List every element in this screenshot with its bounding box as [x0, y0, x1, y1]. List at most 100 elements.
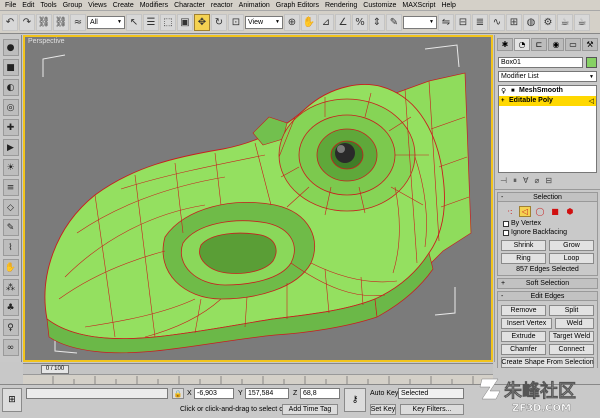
- set-key-button[interactable]: Set Key: [370, 404, 396, 415]
- menu-item-customize[interactable]: Customize: [360, 0, 399, 11]
- menu-item-rendering[interactable]: Rendering: [322, 0, 360, 11]
- spinner-snap-icon[interactable]: ⇕: [369, 13, 385, 31]
- named-selection-set-field[interactable]: ▼: [403, 15, 437, 29]
- selection-filter-dropdown[interactable]: All ▼: [87, 15, 125, 29]
- bind-icon[interactable]: ≈: [70, 13, 86, 31]
- object-color-swatch[interactable]: [586, 57, 597, 68]
- object-name-field[interactable]: Box01: [498, 57, 584, 68]
- selected-dropdown[interactable]: Selected: [398, 388, 464, 399]
- expand-icon[interactable]: ■: [511, 86, 517, 96]
- light-icon[interactable]: ☀: [2, 159, 19, 176]
- pin-stack-icon[interactable]: ⊣: [500, 176, 507, 186]
- figure-icon[interactable]: ♀: [2, 319, 19, 336]
- remove-button[interactable]: Remove: [501, 305, 546, 316]
- y-coordinate-field[interactable]: 157,584: [245, 388, 289, 399]
- extrude-button[interactable]: Extrude: [501, 331, 546, 342]
- quick-render-icon[interactable]: ☕: [574, 13, 590, 31]
- particle-icon[interactable]: ⁂: [2, 279, 19, 296]
- menu-item-file[interactable]: File: [2, 0, 19, 11]
- menu-item-help[interactable]: Help: [438, 0, 458, 11]
- remove-modifier-icon[interactable]: ⌀: [534, 176, 539, 186]
- stack-item-meshsmooth[interactable]: ♀ ■ MeshSmooth: [499, 86, 596, 96]
- loop-button[interactable]: Loop: [549, 253, 594, 264]
- scale-icon[interactable]: ⊡: [228, 13, 244, 31]
- undo-icon[interactable]: ↶: [2, 13, 18, 31]
- split-button[interactable]: Split: [549, 305, 594, 316]
- mirror-icon[interactable]: ⇋: [438, 13, 454, 31]
- make-unique-icon[interactable]: ∀: [523, 176, 528, 186]
- menu-item-maxscript[interactable]: MAXScript: [399, 0, 438, 11]
- pivot-icon[interactable]: ⊕: [284, 13, 300, 31]
- by-vertex-checkbox[interactable]: By Vertex: [498, 220, 597, 227]
- snap-icon[interactable]: ⊿: [318, 13, 334, 31]
- bone-icon[interactable]: ✚: [2, 119, 19, 136]
- mesh-object[interactable]: [44, 72, 472, 354]
- track-bar[interactable]: [23, 374, 493, 384]
- dummy-icon[interactable]: ◇: [2, 199, 19, 216]
- connect-button[interactable]: Connect: [549, 344, 594, 355]
- target-weld-button[interactable]: Target Weld: [549, 331, 594, 342]
- menu-item-group[interactable]: Group: [60, 0, 85, 11]
- reference-coord-dropdown[interactable]: View ▼: [245, 15, 283, 29]
- menu-item-character[interactable]: Character: [171, 0, 208, 11]
- render-icon[interactable]: ☕: [557, 13, 573, 31]
- soft-selection-rollout-header[interactable]: + Soft Selection: [498, 279, 597, 288]
- menu-item-reactor[interactable]: reactor: [208, 0, 236, 11]
- tree-icon[interactable]: ♣: [2, 299, 19, 316]
- stack-icon[interactable]: ≡: [2, 179, 19, 196]
- select-icon[interactable]: ↖: [126, 13, 142, 31]
- vertex-icon[interactable]: ·:: [504, 206, 516, 217]
- manipulate-icon[interactable]: ✋: [301, 13, 317, 31]
- edit-edges-rollout-header[interactable]: - Edit Edges: [498, 292, 597, 301]
- curve-editor-icon[interactable]: ∿: [489, 13, 505, 31]
- hand-icon[interactable]: ✋: [2, 259, 19, 276]
- menu-item-graph-editors[interactable]: Graph Editors: [273, 0, 322, 11]
- maxscript-listener-icon[interactable]: ⊞: [2, 388, 22, 412]
- menu-item-views[interactable]: Views: [85, 0, 110, 11]
- viewport-label[interactable]: Perspective: [28, 38, 65, 45]
- create-tab-icon[interactable]: ✱: [497, 38, 513, 51]
- key-filters-button[interactable]: Key Filters...: [400, 404, 464, 415]
- stack-item-editable-poly[interactable]: + Editable Poly ◁: [499, 96, 596, 106]
- element-icon[interactable]: ⬢: [564, 206, 576, 217]
- move-icon[interactable]: ✥: [194, 13, 210, 31]
- render-setup-icon[interactable]: ⚙: [540, 13, 556, 31]
- x-coordinate-field[interactable]: -6,903: [194, 388, 234, 399]
- select-by-name-icon[interactable]: ☰: [143, 13, 159, 31]
- insert-vertex-button[interactable]: Insert Vertex: [501, 318, 553, 329]
- show-end-result-icon[interactable]: ⏸: [513, 176, 517, 186]
- create-shape-button[interactable]: Create Shape From Selection: [501, 357, 594, 368]
- add-time-tag-button[interactable]: Add Time Tag: [282, 404, 338, 415]
- link-icon[interactable]: ∞: [2, 339, 19, 356]
- box-icon[interactable]: ■: [2, 59, 19, 76]
- schematic-icon[interactable]: ⊞: [506, 13, 522, 31]
- rotate-icon[interactable]: ↻: [211, 13, 227, 31]
- modify-tab-icon[interactable]: ◔: [514, 38, 530, 51]
- menu-item-tools[interactable]: Tools: [37, 0, 59, 11]
- sphere-icon[interactable]: ●: [2, 39, 19, 56]
- redo-icon[interactable]: ↷: [19, 13, 35, 31]
- border-icon[interactable]: ◯: [534, 206, 546, 217]
- region-select-icon[interactable]: ⬚: [160, 13, 176, 31]
- menu-item-animation[interactable]: Animation: [236, 0, 273, 11]
- ring-button[interactable]: Ring: [501, 253, 546, 264]
- percent-snap-icon[interactable]: %: [352, 13, 368, 31]
- named-selection-icon[interactable]: ✎: [386, 13, 402, 31]
- align-icon[interactable]: ⊟: [455, 13, 471, 31]
- window-crossing-icon[interactable]: ▣: [177, 13, 193, 31]
- camera-icon[interactable]: ▶: [2, 139, 19, 156]
- modifier-list-dropdown[interactable]: Modifier List ▼: [498, 71, 597, 82]
- lightbulb-icon[interactable]: ♀: [501, 86, 509, 96]
- selection-rollout-header[interactable]: - Selection: [498, 193, 597, 202]
- material-editor-icon[interactable]: ◍: [523, 13, 539, 31]
- paint-icon[interactable]: ✎: [2, 219, 19, 236]
- chamfer-button[interactable]: Chamfer: [501, 344, 546, 355]
- menu-item-modifiers[interactable]: Modifiers: [137, 0, 171, 11]
- link-icon[interactable]: ⛓: [36, 13, 52, 31]
- grow-button[interactable]: Grow: [549, 240, 594, 251]
- key-mode-icon[interactable]: ⚷: [344, 388, 366, 412]
- torus-icon[interactable]: ◎: [2, 99, 19, 116]
- motion-tab-icon[interactable]: ◉: [548, 38, 564, 51]
- tape-icon[interactable]: ⌇: [2, 239, 19, 256]
- polygon-icon[interactable]: ■: [549, 206, 561, 217]
